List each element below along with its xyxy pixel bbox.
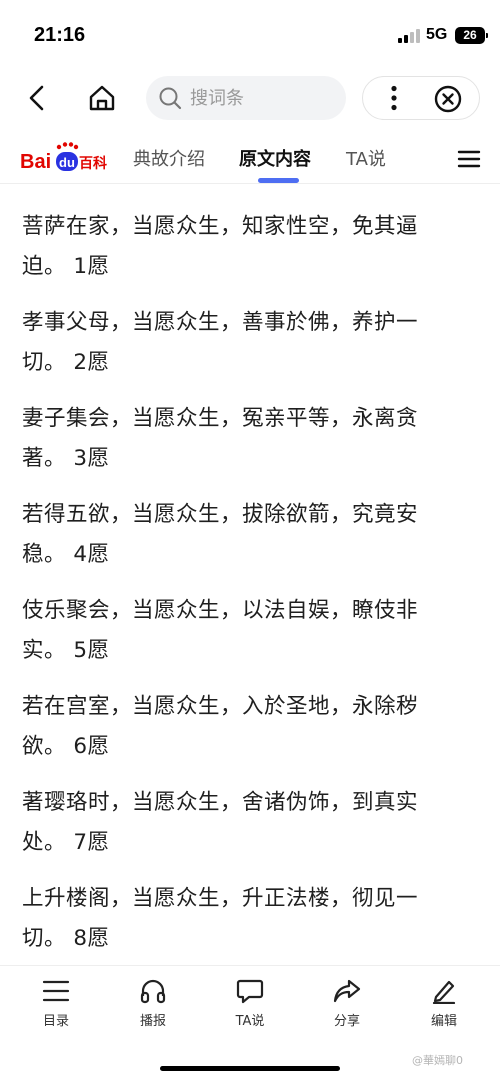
battery-icon: 26 (455, 27, 485, 44)
verse-line: 切。 8愿 (22, 926, 110, 951)
svg-text:Bai: Bai (20, 151, 51, 173)
headphones-icon (140, 979, 166, 1004)
battery-tip (486, 33, 488, 38)
home-icon (89, 85, 115, 111)
search-input[interactable] (190, 76, 335, 120)
toolbar-broadcast-label: 播报 (139, 1014, 166, 1029)
verse-line: 菩萨在家，当愿众生，知家性空，免其逼 (22, 214, 419, 239)
pencil-icon (432, 980, 456, 1004)
verse-line: 若得五欲，当愿众生，拔除欲箭，究竟安 (22, 502, 419, 527)
home-indicator[interactable] (160, 1066, 340, 1071)
clipped-text-line: · · · · (22, 185, 69, 193)
signal-icon (398, 29, 420, 43)
verse-item: 孝事父母，当愿众生，善事於佛，养护一 切。 2愿 (22, 303, 484, 383)
verse-item: 菩萨在家，当愿众生，知家性空，免其逼 迫。 1愿 (22, 207, 484, 287)
more-vertical-icon (391, 85, 397, 111)
close-circle-icon (434, 85, 462, 113)
close-button[interactable] (433, 84, 463, 114)
menu-icon[interactable] (456, 146, 482, 172)
network-type: 5G (426, 26, 448, 43)
verse-item: 若在宫室，当愿众生，入於圣地，永除秽 欲。 6愿 (22, 687, 484, 767)
tab-ta-say[interactable]: TA说 (346, 145, 386, 171)
tab-original-text[interactable]: 原文内容 (239, 145, 311, 171)
share-icon (333, 979, 361, 1003)
toolbar-catalog-label: 目录 (42, 1014, 69, 1029)
back-arrow-icon (29, 85, 44, 111)
verse-line: 孝事父母，当愿众生，善事於佛，养护一 (22, 310, 419, 335)
toolbar-ta-say-button[interactable]: TA说 (215, 978, 285, 1029)
article-content: · · · · 菩萨在家，当愿众生，知家性空，免其逼 迫。 1愿 孝事父母，当愿… (0, 185, 500, 965)
verse-line: 欲。 6愿 (22, 734, 110, 759)
toolbar-edit-label: 编辑 (430, 1014, 457, 1029)
tab-bar: Bai du 百科 典故介绍 原文内容 TA说 (0, 134, 500, 184)
search-bar[interactable] (146, 76, 346, 120)
verse-item: 著璎珞时，当愿众生，舍诸伪饰，到真实 处。 7愿 (22, 783, 484, 863)
back-button[interactable] (18, 80, 54, 116)
list-icon (42, 980, 70, 1002)
tab-intro[interactable]: 典故介绍 (133, 145, 205, 171)
verse-line: 著璎珞时，当愿众生，舍诸伪饰，到真实 (22, 790, 419, 815)
verse-line: 伎乐聚会，当愿众生，以法自娱，瞭伎非 (22, 598, 419, 623)
toolbar-share-button[interactable]: 分享 (312, 978, 382, 1029)
active-tab-indicator (258, 178, 299, 183)
watermark: @華嫣聊0 (412, 1054, 463, 1067)
verse-line: 妻子集会，当愿众生，冤亲平等，永离贪 (22, 406, 419, 431)
verse-line: 稳。 4愿 (22, 542, 110, 567)
home-button[interactable] (84, 80, 120, 116)
verse-line: 若在宫室，当愿众生，入於圣地，永除秽 (22, 694, 419, 719)
verse-line: 著。 3愿 (22, 446, 110, 471)
svg-text:du: du (59, 155, 75, 170)
toolbar-catalog-button[interactable]: 目录 (21, 978, 91, 1029)
status-bar: 21:16 5G 26 (0, 0, 500, 70)
toolbar-broadcast-button[interactable]: 播报 (118, 978, 188, 1029)
verse-line: 上升楼阁，当愿众生，升正法楼，彻见一 (22, 886, 419, 911)
verse-line: 处。 7愿 (22, 830, 110, 855)
comment-icon (236, 979, 264, 1004)
nav-bar (0, 70, 500, 126)
svg-text:百科: 百科 (79, 155, 107, 172)
more-button[interactable] (377, 81, 411, 115)
status-time: 21:16 (34, 24, 86, 46)
bottom-toolbar: 目录 播报 TA说 分享 编辑 @華嫣聊0 (0, 965, 500, 1083)
toolbar-edit-button[interactable]: 编辑 (409, 978, 479, 1029)
verse-line: 切。 2愿 (22, 350, 110, 375)
toolbar-ta-say-label: TA说 (235, 1014, 265, 1029)
mini-program-capsule (362, 76, 480, 120)
verse-line: 实。 5愿 (22, 638, 110, 663)
verse-item: 若得五欲，当愿众生，拔除欲箭，究竟安 稳。 4愿 (22, 495, 484, 575)
baidu-baike-logo[interactable]: Bai du 百科 (20, 142, 110, 176)
verse-item: 上升楼阁，当愿众生，升正法楼，彻见一 切。 8愿 (22, 879, 484, 959)
verse-item: 伎乐聚会，当愿众生，以法自娱，瞭伎非 实。 5愿 (22, 591, 484, 671)
toolbar-share-label: 分享 (333, 1014, 360, 1029)
verse-line: 迫。 1愿 (22, 254, 110, 279)
verse-item: 妻子集会，当愿众生，冤亲平等，永离贪 著。 3愿 (22, 399, 484, 479)
search-icon (159, 87, 182, 110)
